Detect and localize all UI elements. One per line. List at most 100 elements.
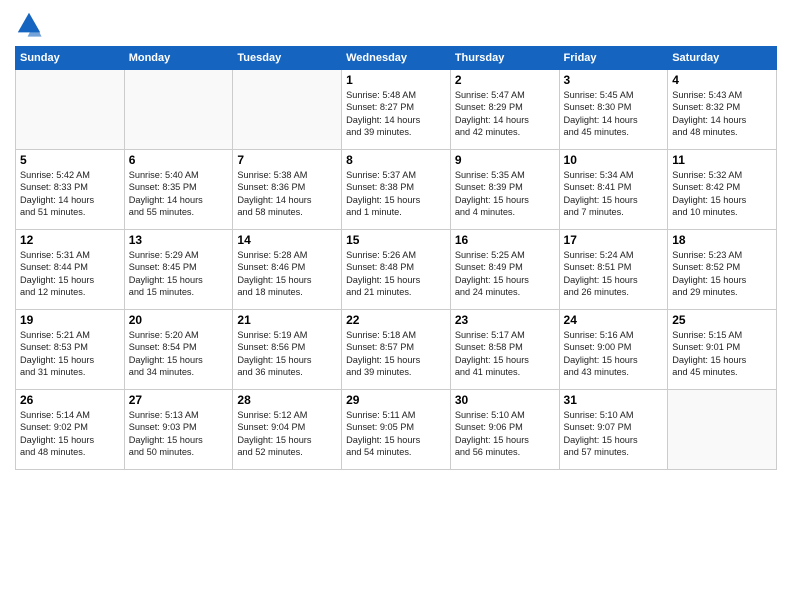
calendar-cell: 1 Sunrise: 5:48 AM Sunset: 8:27 PM Daylig… [342,70,451,150]
day-info: Sunrise: 5:32 AM Sunset: 8:42 PM Dayligh… [672,169,772,219]
calendar-cell [668,390,777,470]
calendar-cell: 5 Sunrise: 5:42 AM Sunset: 8:33 PM Daylig… [16,150,125,230]
calendar-cell: 22 Sunrise: 5:18 AM Sunset: 8:57 PM Dayli… [342,310,451,390]
day-info: Sunrise: 5:19 AM Sunset: 8:56 PM Dayligh… [237,329,337,379]
header-saturday: Saturday [668,47,777,70]
day-number: 8 [346,153,446,167]
calendar-cell: 26 Sunrise: 5:14 AM Sunset: 9:02 PM Dayli… [16,390,125,470]
day-info: Sunrise: 5:18 AM Sunset: 8:57 PM Dayligh… [346,329,446,379]
calendar-cell: 15 Sunrise: 5:26 AM Sunset: 8:48 PM Dayli… [342,230,451,310]
logo-icon [15,10,43,38]
day-info: Sunrise: 5:47 AM Sunset: 8:29 PM Dayligh… [455,89,555,139]
calendar-row-3: 19 Sunrise: 5:21 AM Sunset: 8:53 PM Dayli… [16,310,777,390]
day-info: Sunrise: 5:28 AM Sunset: 8:46 PM Dayligh… [237,249,337,299]
day-info: Sunrise: 5:10 AM Sunset: 9:07 PM Dayligh… [564,409,664,459]
day-number: 13 [129,233,229,247]
day-number: 16 [455,233,555,247]
calendar-row-1: 5 Sunrise: 5:42 AM Sunset: 8:33 PM Daylig… [16,150,777,230]
day-info: Sunrise: 5:38 AM Sunset: 8:36 PM Dayligh… [237,169,337,219]
day-number: 4 [672,73,772,87]
day-number: 20 [129,313,229,327]
day-info: Sunrise: 5:13 AM Sunset: 9:03 PM Dayligh… [129,409,229,459]
day-number: 6 [129,153,229,167]
day-info: Sunrise: 5:35 AM Sunset: 8:39 PM Dayligh… [455,169,555,219]
calendar-cell: 20 Sunrise: 5:20 AM Sunset: 8:54 PM Dayli… [124,310,233,390]
calendar-cell: 25Sunrise: 5:15 AM Sunset: 9:01 PM Dayli… [668,310,777,390]
day-info: Sunrise: 5:21 AM Sunset: 8:53 PM Dayligh… [20,329,120,379]
calendar-cell: 30 Sunrise: 5:10 AM Sunset: 9:06 PM Dayli… [450,390,559,470]
calendar-cell: 29Sunrise: 5:11 AM Sunset: 9:05 PM Dayli… [342,390,451,470]
day-number: 24 [564,313,664,327]
calendar-cell [16,70,125,150]
day-number: 18 [672,233,772,247]
day-info: Sunrise: 5:14 AM Sunset: 9:02 PM Dayligh… [20,409,120,459]
day-number: 7 [237,153,337,167]
day-number: 29 [346,393,446,407]
calendar-row-0: 1 Sunrise: 5:48 AM Sunset: 8:27 PM Daylig… [16,70,777,150]
calendar-cell: 10Sunrise: 5:34 AM Sunset: 8:41 PM Dayli… [559,150,668,230]
day-number: 22 [346,313,446,327]
calendar-cell: 14Sunrise: 5:28 AM Sunset: 8:46 PM Dayli… [233,230,342,310]
day-number: 30 [455,393,555,407]
calendar-cell: 11 Sunrise: 5:32 AM Sunset: 8:42 PM Dayli… [668,150,777,230]
day-number: 10 [564,153,664,167]
day-info: Sunrise: 5:48 AM Sunset: 8:27 PM Dayligh… [346,89,446,139]
calendar-cell: 27 Sunrise: 5:13 AM Sunset: 9:03 PM Dayli… [124,390,233,470]
calendar-cell: 16 Sunrise: 5:25 AM Sunset: 8:49 PM Dayli… [450,230,559,310]
day-number: 23 [455,313,555,327]
page: SundayMondayTuesdayWednesdayThursdayFrid… [0,0,792,480]
day-number: 12 [20,233,120,247]
day-info: Sunrise: 5:31 AM Sunset: 8:44 PM Dayligh… [20,249,120,299]
calendar-cell: 19 Sunrise: 5:21 AM Sunset: 8:53 PM Dayli… [16,310,125,390]
calendar-table: SundayMondayTuesdayWednesdayThursdayFrid… [15,46,777,470]
calendar-cell: 3Sunrise: 5:45 AM Sunset: 8:30 PM Daylig… [559,70,668,150]
header-friday: Friday [559,47,668,70]
day-info: Sunrise: 5:17 AM Sunset: 8:58 PM Dayligh… [455,329,555,379]
header-tuesday: Tuesday [233,47,342,70]
day-number: 27 [129,393,229,407]
day-number: 15 [346,233,446,247]
day-number: 19 [20,313,120,327]
logo [15,10,45,38]
day-number: 3 [564,73,664,87]
header [15,10,777,38]
calendar-cell: 9 Sunrise: 5:35 AM Sunset: 8:39 PM Daylig… [450,150,559,230]
day-info: Sunrise: 5:12 AM Sunset: 9:04 PM Dayligh… [237,409,337,459]
calendar-cell: 12 Sunrise: 5:31 AM Sunset: 8:44 PM Dayli… [16,230,125,310]
day-info: Sunrise: 5:25 AM Sunset: 8:49 PM Dayligh… [455,249,555,299]
day-number: 1 [346,73,446,87]
day-info: Sunrise: 5:20 AM Sunset: 8:54 PM Dayligh… [129,329,229,379]
header-thursday: Thursday [450,47,559,70]
calendar-cell: 21 Sunrise: 5:19 AM Sunset: 8:56 PM Dayli… [233,310,342,390]
calendar-cell: 2Sunrise: 5:47 AM Sunset: 8:29 PM Daylig… [450,70,559,150]
calendar-cell: 17 Sunrise: 5:24 AM Sunset: 8:51 PM Dayli… [559,230,668,310]
day-info: Sunrise: 5:10 AM Sunset: 9:06 PM Dayligh… [455,409,555,459]
day-info: Sunrise: 5:42 AM Sunset: 8:33 PM Dayligh… [20,169,120,219]
day-info: Sunrise: 5:29 AM Sunset: 8:45 PM Dayligh… [129,249,229,299]
calendar-cell: 24 Sunrise: 5:16 AM Sunset: 9:00 PM Dayli… [559,310,668,390]
day-info: Sunrise: 5:43 AM Sunset: 8:32 PM Dayligh… [672,89,772,139]
calendar-body: 1 Sunrise: 5:48 AM Sunset: 8:27 PM Daylig… [16,70,777,470]
calendar-row-2: 12 Sunrise: 5:31 AM Sunset: 8:44 PM Dayli… [16,230,777,310]
day-info: Sunrise: 5:40 AM Sunset: 8:35 PM Dayligh… [129,169,229,219]
calendar-cell: 13 Sunrise: 5:29 AM Sunset: 8:45 PM Dayli… [124,230,233,310]
calendar-row-4: 26 Sunrise: 5:14 AM Sunset: 9:02 PM Dayli… [16,390,777,470]
day-info: Sunrise: 5:26 AM Sunset: 8:48 PM Dayligh… [346,249,446,299]
header-wednesday: Wednesday [342,47,451,70]
day-number: 31 [564,393,664,407]
calendar-cell [233,70,342,150]
day-info: Sunrise: 5:16 AM Sunset: 9:00 PM Dayligh… [564,329,664,379]
day-info: Sunrise: 5:24 AM Sunset: 8:51 PM Dayligh… [564,249,664,299]
day-number: 26 [20,393,120,407]
day-number: 9 [455,153,555,167]
calendar-cell: 18Sunrise: 5:23 AM Sunset: 8:52 PM Dayli… [668,230,777,310]
day-number: 17 [564,233,664,247]
day-number: 28 [237,393,337,407]
calendar-cell [124,70,233,150]
calendar-header: SundayMondayTuesdayWednesdayThursdayFrid… [16,47,777,70]
day-number: 5 [20,153,120,167]
calendar-cell: 7 Sunrise: 5:38 AM Sunset: 8:36 PM Daylig… [233,150,342,230]
header-sunday: Sunday [16,47,125,70]
day-number: 21 [237,313,337,327]
day-number: 11 [672,153,772,167]
